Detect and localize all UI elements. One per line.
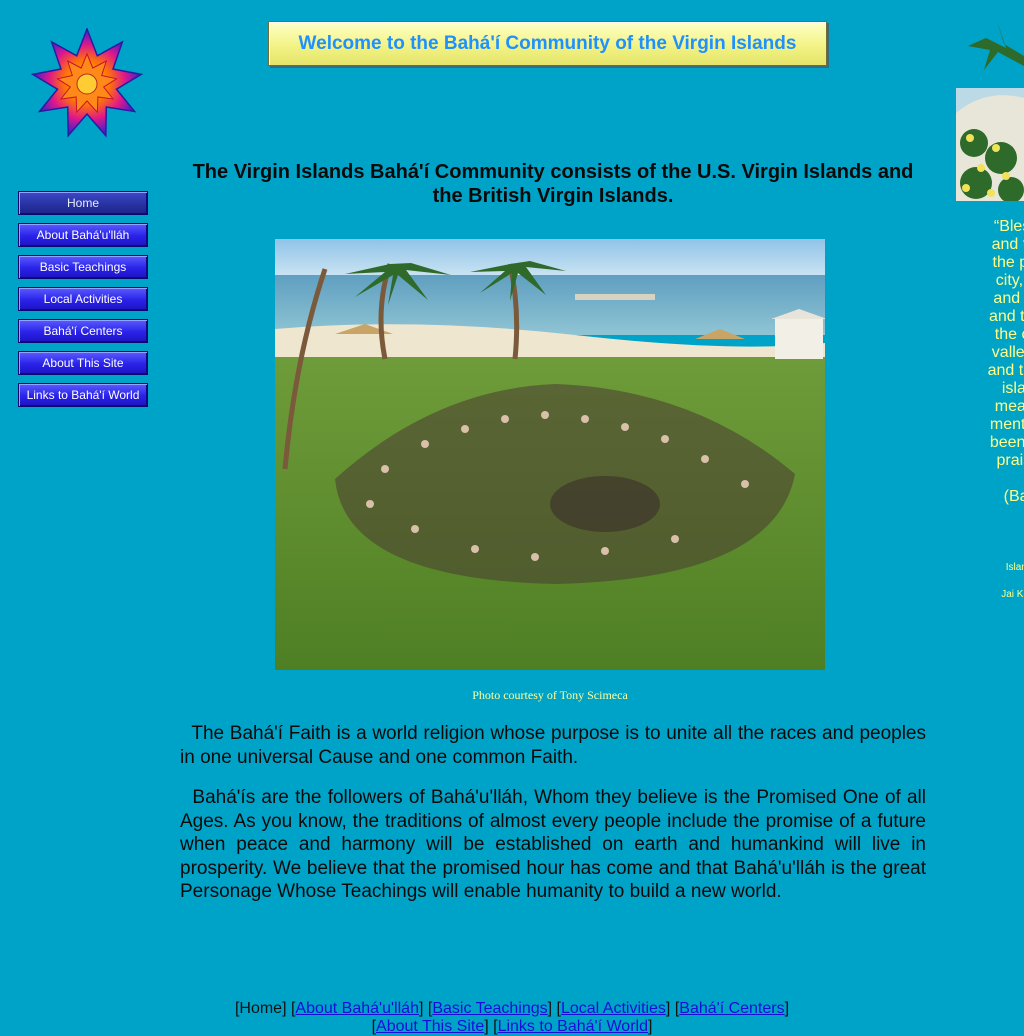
nine-pointed-star-icon xyxy=(30,26,144,140)
quote-line: “Blessed xyxy=(993,218,1024,235)
side-navigation: Home About Bahá'u'lláh Basic Teachings L… xyxy=(18,191,148,415)
welcome-banner: Welcome to the Bahá'í Community of the V… xyxy=(268,21,827,66)
quote-line: mention o xyxy=(989,416,1024,433)
footer-link-bahai-centers[interactable]: Bahá'í Centers xyxy=(679,1000,784,1017)
page-headline: The Virgin Islands Bahá'í Community cons… xyxy=(192,161,914,207)
quote-attribution: (Bahá xyxy=(1003,488,1024,505)
footer-link-about-site[interactable]: About This Site xyxy=(376,1018,484,1035)
nav-about-bahaullah-button[interactable]: About Bahá'u'lláh xyxy=(18,223,148,247)
island-painting-image xyxy=(956,18,1024,201)
nav-about-site-button[interactable]: About This Site xyxy=(18,351,148,375)
bahaullah-quote: “Blessed and the h the place city, and a… xyxy=(955,218,1024,506)
community-group-photo xyxy=(275,239,825,670)
nav-basic-teachings-button[interactable]: Basic Teachings xyxy=(18,255,148,279)
nav-local-activities-button[interactable]: Local Activities xyxy=(18,287,148,311)
nav-links-bahai-world-button[interactable]: Links to Bahá'í World xyxy=(18,383,148,407)
footer-navigation: [Home] [About Bahá'u'lláh] [Basic Teachi… xyxy=(234,1000,790,1035)
quote-line: city, and xyxy=(995,272,1024,289)
photo-caption: Photo courtesy of Tony Scimeca xyxy=(472,688,628,702)
quote-line: the cave xyxy=(994,326,1024,343)
image-credit-line-2: Jai Kenyatt xyxy=(1001,589,1024,600)
quote-line: and the re xyxy=(988,308,1024,325)
footer-link-about-bahaullah[interactable]: About Bahá'u'lláh xyxy=(295,1000,419,1017)
footer-current-page: Home xyxy=(239,1000,283,1017)
quote-line: been mac xyxy=(989,434,1024,451)
quote-line: valley, an xyxy=(991,344,1024,361)
quote-line: and the h xyxy=(991,236,1024,253)
image-credit-line-1: Island Gr xyxy=(1005,562,1024,573)
followers-paragraph-text: Bahá'ís are the followers of Bahá'u'lláh… xyxy=(180,787,926,902)
quote-line: praise g xyxy=(996,452,1024,469)
quote-line: the place xyxy=(992,254,1024,271)
quote-line: and the r xyxy=(993,290,1024,307)
quote-line: island, xyxy=(1001,380,1024,397)
quote-line: and the se xyxy=(987,362,1024,379)
followers-paragraph: Bahá'ís are the followers of Bahá'u'lláh… xyxy=(180,786,926,904)
quote-line: meadow xyxy=(994,398,1024,415)
nav-bahai-centers-button[interactable]: Bahá'í Centers xyxy=(18,319,148,343)
nav-home-button[interactable]: Home xyxy=(18,191,148,215)
footer-link-basic-teachings[interactable]: Basic Teachings xyxy=(432,1000,547,1017)
intro-paragraph: The Bahá'í Faith is a world religion who… xyxy=(180,722,926,769)
intro-paragraph-text: The Bahá'í Faith is a world religion who… xyxy=(180,723,926,768)
footer-link-local-activities[interactable]: Local Activities xyxy=(561,1000,666,1017)
footer-link-links-bahai-world[interactable]: Links to Bahá'í World xyxy=(498,1018,648,1035)
